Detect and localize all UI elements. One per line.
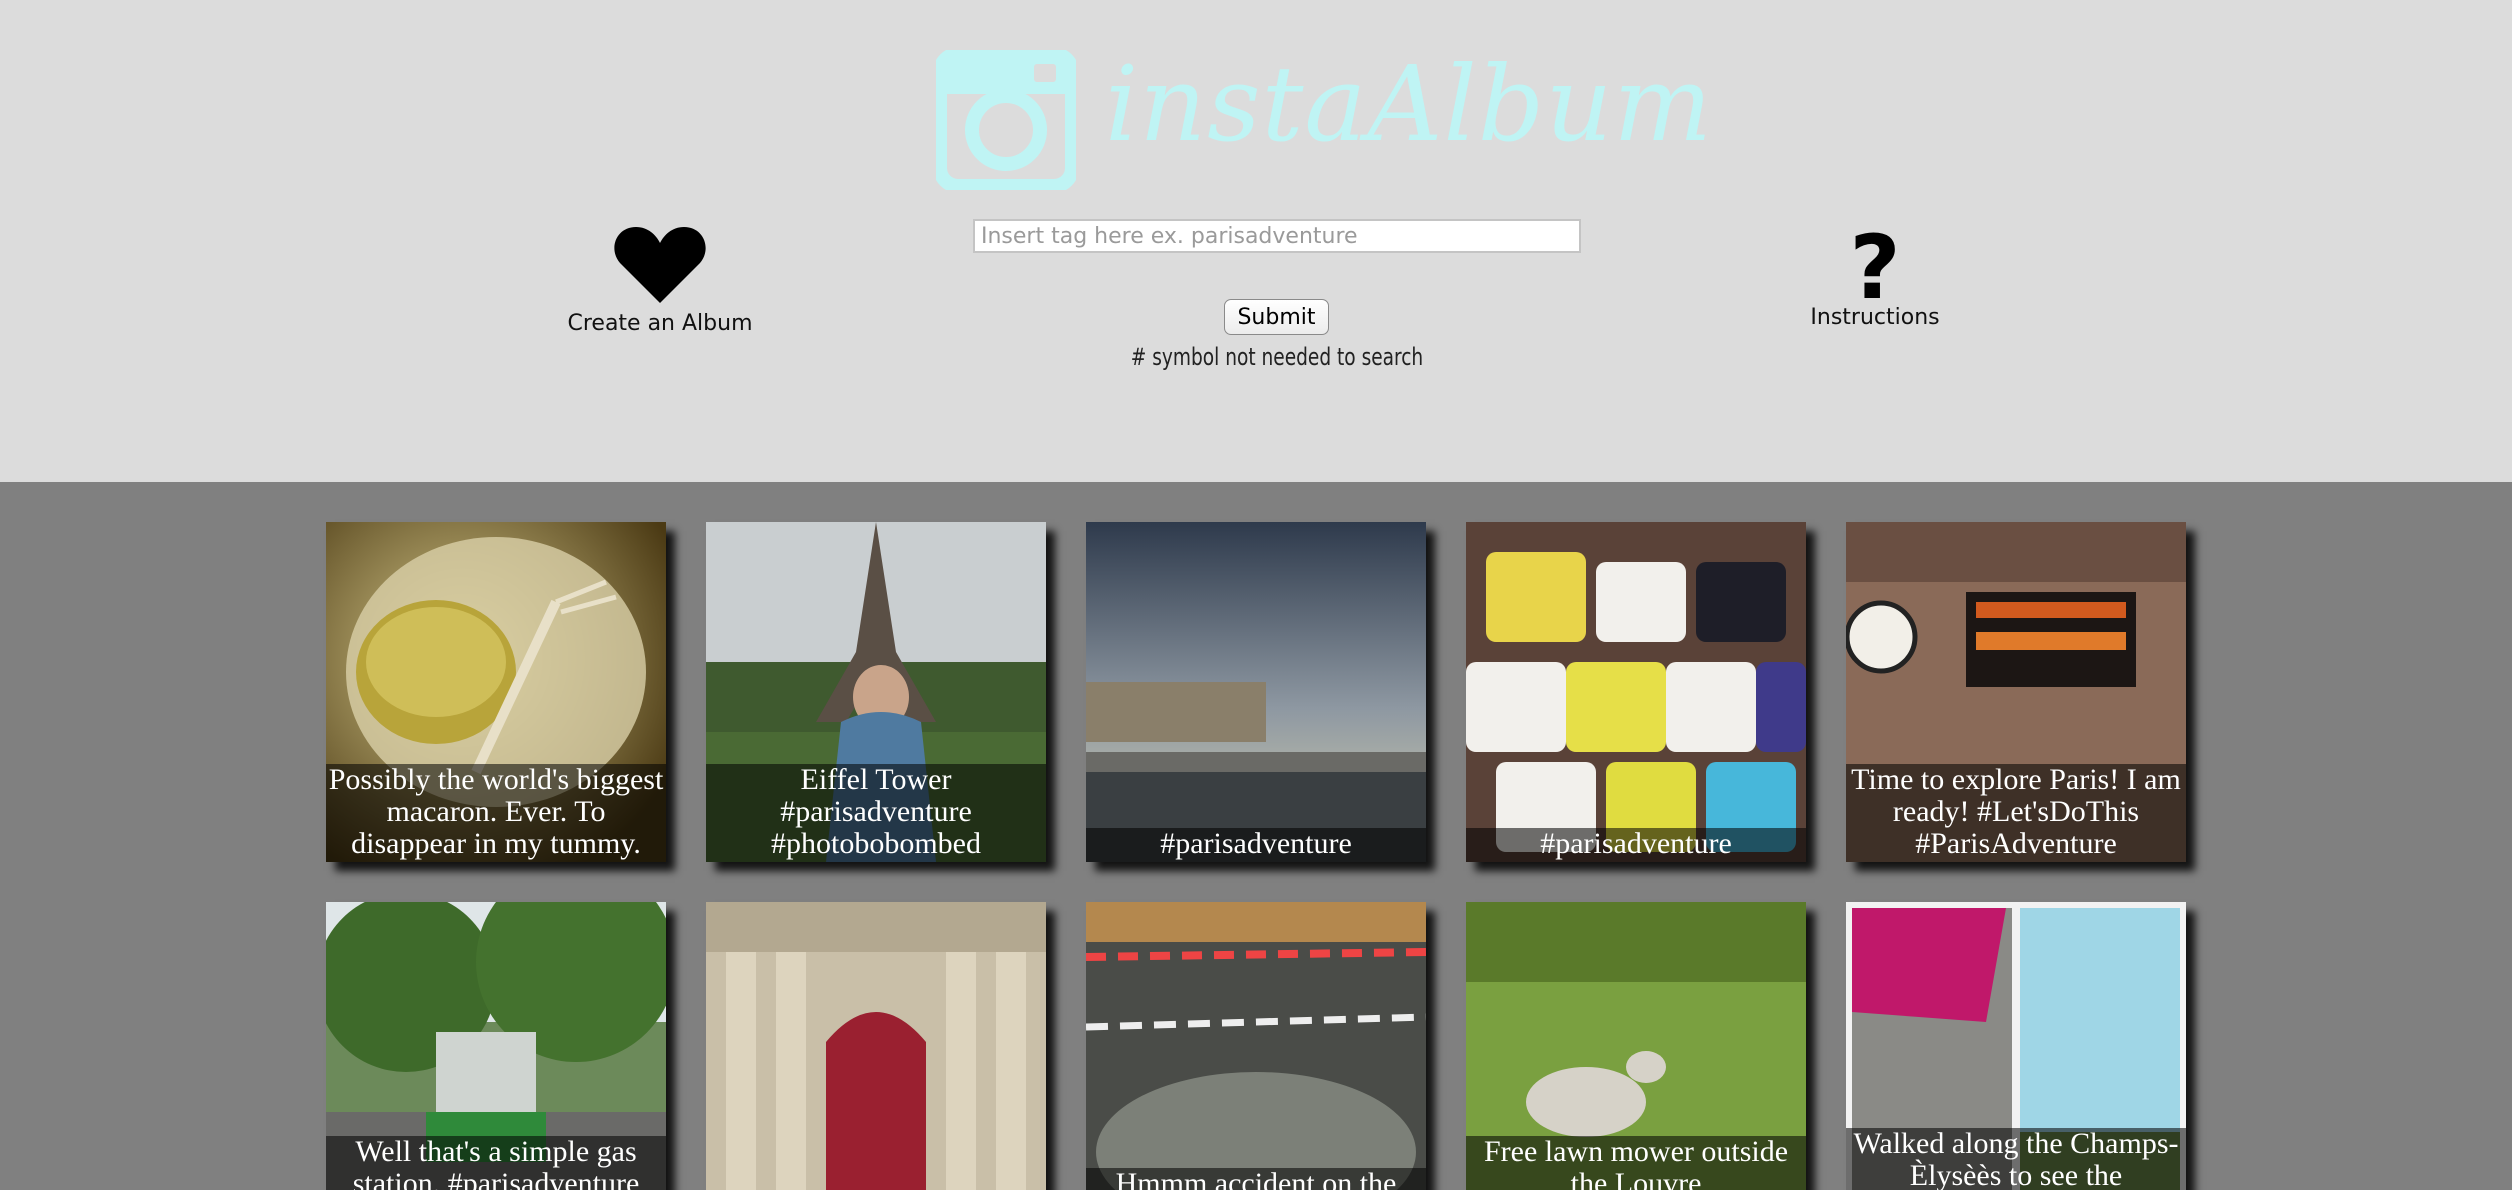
photo-tile[interactable]: Time to explore Paris! I am ready! #Let'… [1846, 522, 2186, 862]
photo-caption: Possibly the world's biggest macaron. Ev… [326, 764, 666, 862]
accident-photo [1086, 902, 1426, 1190]
photo-caption: Free lawn mower outside the Louvre [1466, 1136, 1806, 1190]
photo-tile[interactable]: Well that's a simple gas station. #paris… [326, 902, 666, 1190]
photo-tile[interactable]: Walked along the Champs-Èlysèès to see t… [1846, 902, 2186, 1190]
photo-caption: Time to explore Paris! I am ready! #Let'… [1846, 764, 2186, 862]
photo-tile[interactable]: #parisadventure [1466, 522, 1806, 862]
instagram-logo-icon [936, 50, 1076, 190]
photo-tile[interactable] [706, 902, 1046, 1190]
photo-tile[interactable]: Eiffel Tower #parisadventure #photobobom… [706, 522, 1046, 862]
photo-caption: Walked along the Champs-Èlysèès to see t… [1846, 1128, 2186, 1190]
app-logo-text: instaAlbum [1105, 43, 1713, 165]
photo-caption: Eiffel Tower #parisadventure #photobobom… [706, 764, 1046, 862]
instructions-label: Instructions [1810, 305, 1940, 330]
photo-caption: #parisadventure [1086, 828, 1426, 862]
tag-search-input[interactable] [973, 219, 1581, 253]
heart-icon [614, 227, 706, 303]
header: instaAlbum Create an Album Submit # symb… [0, 0, 2512, 482]
photo-tile[interactable]: Hmmm accident on the [1086, 902, 1426, 1190]
red-door-photo [706, 902, 1046, 1190]
photo-caption: #parisadventure [1466, 828, 1806, 862]
create-album-button[interactable]: Create an Album [540, 225, 780, 336]
photo-tile[interactable]: Free lawn mower outside the Louvre [1466, 902, 1806, 1190]
photo-caption: Hmmm accident on the [1086, 1168, 1426, 1190]
photo-caption: Well that's a simple gas station. #paris… [326, 1136, 666, 1190]
create-album-label: Create an Album [567, 311, 753, 336]
question-mark-icon: ? [1849, 216, 1901, 319]
coffee-mugs-photo [1466, 522, 1806, 862]
seine-river-photo [1086, 522, 1426, 862]
photo-gallery: Possibly the world's biggest macaron. Ev… [0, 482, 2512, 1190]
submit-button[interactable]: Submit [1224, 299, 1329, 335]
instructions-button[interactable]: ? Instructions [1760, 216, 1990, 331]
photo-tile[interactable]: Possibly the world's biggest macaron. Ev… [326, 522, 666, 862]
photo-tile[interactable]: #parisadventure [1086, 522, 1426, 862]
search-hint-text: # symbol not needed to search [1130, 343, 1424, 371]
